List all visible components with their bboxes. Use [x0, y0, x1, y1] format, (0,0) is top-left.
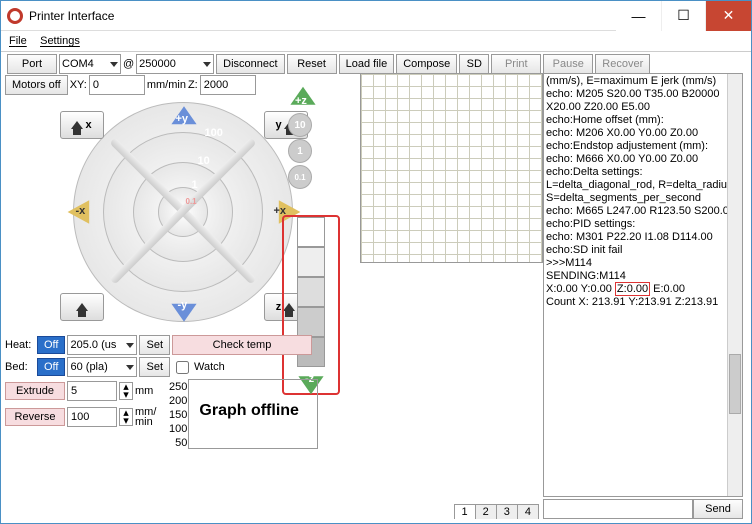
- sd-button[interactable]: SD: [459, 54, 489, 74]
- console-scrollbar[interactable]: [727, 74, 742, 496]
- z-01-button[interactable]: 0.1: [288, 165, 312, 189]
- home-x-button[interactable]: x: [60, 111, 104, 139]
- jog-1: 1: [192, 179, 198, 191]
- xy-input[interactable]: [89, 75, 145, 95]
- grad-seg[interactable]: [297, 277, 325, 307]
- heat-set-button[interactable]: Set: [139, 335, 170, 355]
- chevron-down-icon: [126, 365, 134, 370]
- jog-100: 100: [205, 127, 223, 139]
- watch-checkbox[interactable]: [176, 361, 189, 374]
- console-coord-line: X:0.00 Y:0.00 Z:0.00 E:0.00: [546, 283, 740, 296]
- port-button[interactable]: Port: [7, 54, 57, 74]
- motors-off-button[interactable]: Motors off: [5, 75, 68, 95]
- minus-y-button[interactable]: -y: [166, 295, 202, 325]
- pause-button[interactable]: Pause: [543, 54, 593, 74]
- home-all-button[interactable]: [60, 293, 104, 321]
- recover-button[interactable]: Recover: [595, 54, 650, 74]
- z-10-button[interactable]: 10: [288, 113, 312, 137]
- z-label: Z:: [188, 79, 198, 91]
- grad-seg[interactable]: [297, 217, 325, 247]
- app-window: Printer Interface — ☐ ✕ File Settings Po…: [0, 0, 752, 524]
- z-1-button[interactable]: 1: [288, 139, 312, 163]
- home-icon: [71, 121, 83, 129]
- plus-z-button[interactable]: +z: [285, 85, 321, 111]
- bed-set-button[interactable]: Set: [139, 357, 170, 377]
- jog-cross: [98, 127, 268, 297]
- graph-offline-text: Graph offline: [199, 402, 299, 420]
- check-temp-button[interactable]: Check temp: [172, 335, 312, 355]
- tab-2[interactable]: 2: [475, 504, 497, 519]
- bed-off-button[interactable]: Off: [37, 358, 65, 376]
- reverse-button[interactable]: Reverse: [5, 408, 65, 426]
- console-output[interactable]: (mm/s), E=maximum E jerk (mm/s)echo: M20…: [543, 73, 743, 497]
- command-input[interactable]: [543, 499, 693, 519]
- main-area: Motors off XY: mm/min Z: 100 10 1 0.1 +y…: [5, 73, 747, 519]
- mm-label: mm: [135, 385, 153, 397]
- chevron-down-icon: [110, 62, 118, 67]
- at-label: @: [123, 58, 134, 70]
- plus-y-button[interactable]: +y: [166, 103, 202, 133]
- z-input[interactable]: [200, 75, 256, 95]
- chevron-down-icon: [126, 343, 134, 348]
- print-button[interactable]: Print: [491, 54, 541, 74]
- menubar: File Settings: [1, 31, 751, 51]
- heat-select[interactable]: 205.0 (us: [67, 335, 137, 355]
- menu-settings[interactable]: Settings: [40, 35, 80, 47]
- compose-button[interactable]: Compose: [396, 54, 457, 74]
- menu-file[interactable]: File: [9, 35, 27, 47]
- temp-graph: 250 200 150 100 50 Graph offline: [188, 379, 318, 449]
- bed-select[interactable]: 60 (pla): [67, 357, 137, 377]
- xy-label: XY:: [70, 79, 87, 91]
- tab-3[interactable]: 3: [496, 504, 518, 519]
- chevron-down-icon: [203, 62, 211, 67]
- watch-label: Watch: [194, 361, 225, 373]
- right-column: (mm/s), E=maximum E jerk (mm/s)echo: M20…: [543, 73, 743, 519]
- extrude-spinner[interactable]: ▴▾: [119, 382, 133, 400]
- minimize-button[interactable]: —: [616, 1, 661, 31]
- graph-yaxis: 250 200 150 100 50: [165, 380, 187, 450]
- bed-label: Bed:: [5, 361, 35, 373]
- console-count-line: Count X: 213.91 Y:213.91 Z:213.91: [546, 296, 740, 309]
- mmmin-label: mm/ min: [135, 407, 156, 427]
- window-title: Printer Interface: [29, 9, 114, 23]
- extrude-speed-input[interactable]: [67, 407, 117, 427]
- send-button[interactable]: Send: [693, 499, 743, 519]
- send-row: Send: [543, 499, 743, 519]
- preview-grid[interactable]: [360, 73, 543, 263]
- tab-4[interactable]: 4: [517, 504, 539, 519]
- close-button[interactable]: ✕: [706, 1, 751, 31]
- heat-label: Heat:: [5, 339, 35, 351]
- highlighted-z: Z:0.00: [615, 282, 650, 296]
- tab-1[interactable]: 1: [454, 504, 476, 519]
- app-icon: [7, 8, 23, 24]
- minus-x-button[interactable]: -x: [64, 197, 100, 227]
- baud-select[interactable]: 250000: [136, 54, 214, 74]
- mmmin-label: mm/min: [147, 79, 186, 91]
- z-column: +z 10 1 0.1: [285, 83, 315, 191]
- loadfile-button[interactable]: Load file: [339, 54, 395, 74]
- middle-column: 1 2 3 4: [360, 73, 543, 519]
- view-tabs: 1 2 3 4: [455, 504, 540, 519]
- reset-button[interactable]: Reset: [287, 54, 337, 74]
- maximize-button[interactable]: ☐: [661, 1, 706, 31]
- jog-10: 10: [198, 155, 210, 167]
- titlebar: Printer Interface — ☐ ✕: [1, 1, 751, 31]
- home-icon: [76, 303, 88, 311]
- heat-off-button[interactable]: Off: [37, 336, 65, 354]
- console-lines: (mm/s), E=maximum E jerk (mm/s)echo: M20…: [546, 75, 740, 283]
- window-buttons: — ☐ ✕: [616, 1, 751, 31]
- scrollbar-thumb[interactable]: [729, 354, 741, 414]
- jog-01: 0.1: [186, 197, 197, 206]
- jog-panel: 100 10 1 0.1 +y -y -x +x x y z: [48, 97, 318, 327]
- grad-seg[interactable]: [297, 247, 325, 277]
- temp-controls: Heat: Off 205.0 (us Set Check temp Bed: …: [5, 333, 360, 451]
- speed-spinner[interactable]: ▴▾: [119, 408, 133, 426]
- extrude-button[interactable]: Extrude: [5, 382, 65, 400]
- extrude-amount-input[interactable]: [67, 381, 117, 401]
- disconnect-button[interactable]: Disconnect: [216, 54, 284, 74]
- port-select[interactable]: COM4: [59, 54, 121, 74]
- left-column: Motors off XY: mm/min Z: 100 10 1 0.1 +y…: [5, 73, 360, 519]
